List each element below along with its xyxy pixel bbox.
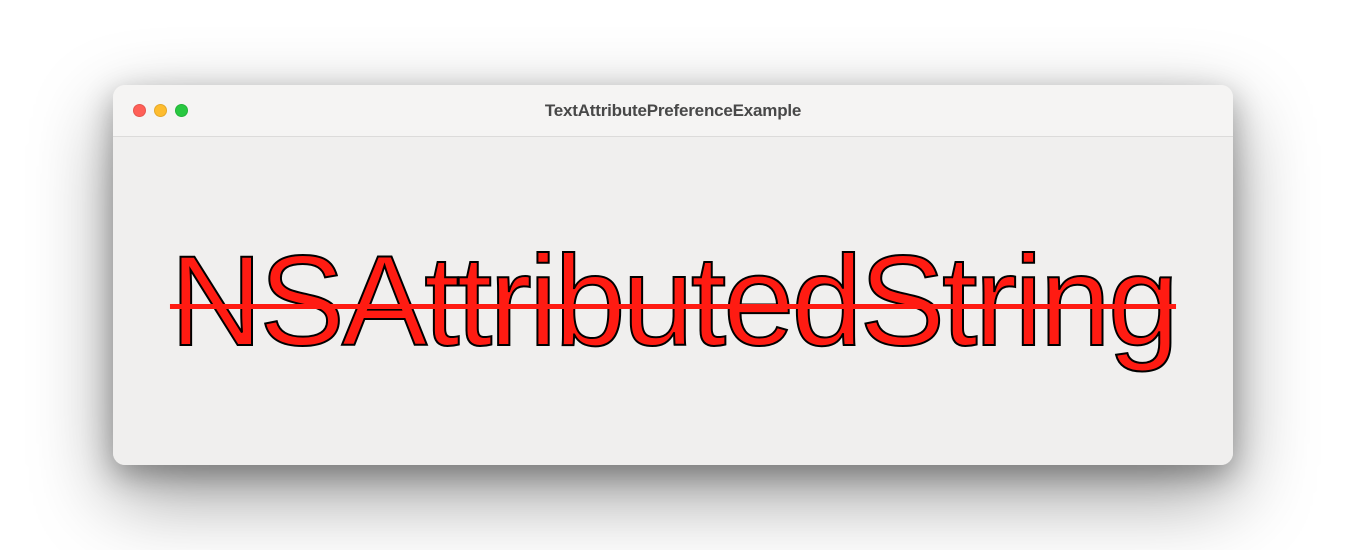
content-area: NSAttributedString bbox=[113, 137, 1233, 465]
app-window: TextAttributePreferenceExample NSAttribu… bbox=[113, 85, 1233, 465]
window-title: TextAttributePreferenceExample bbox=[545, 101, 801, 121]
traffic-lights bbox=[113, 104, 188, 117]
maximize-button[interactable] bbox=[175, 104, 188, 117]
attributed-string-text: NSAttributedString bbox=[170, 228, 1176, 375]
close-button[interactable] bbox=[133, 104, 146, 117]
minimize-button[interactable] bbox=[154, 104, 167, 117]
titlebar: TextAttributePreferenceExample bbox=[113, 85, 1233, 137]
